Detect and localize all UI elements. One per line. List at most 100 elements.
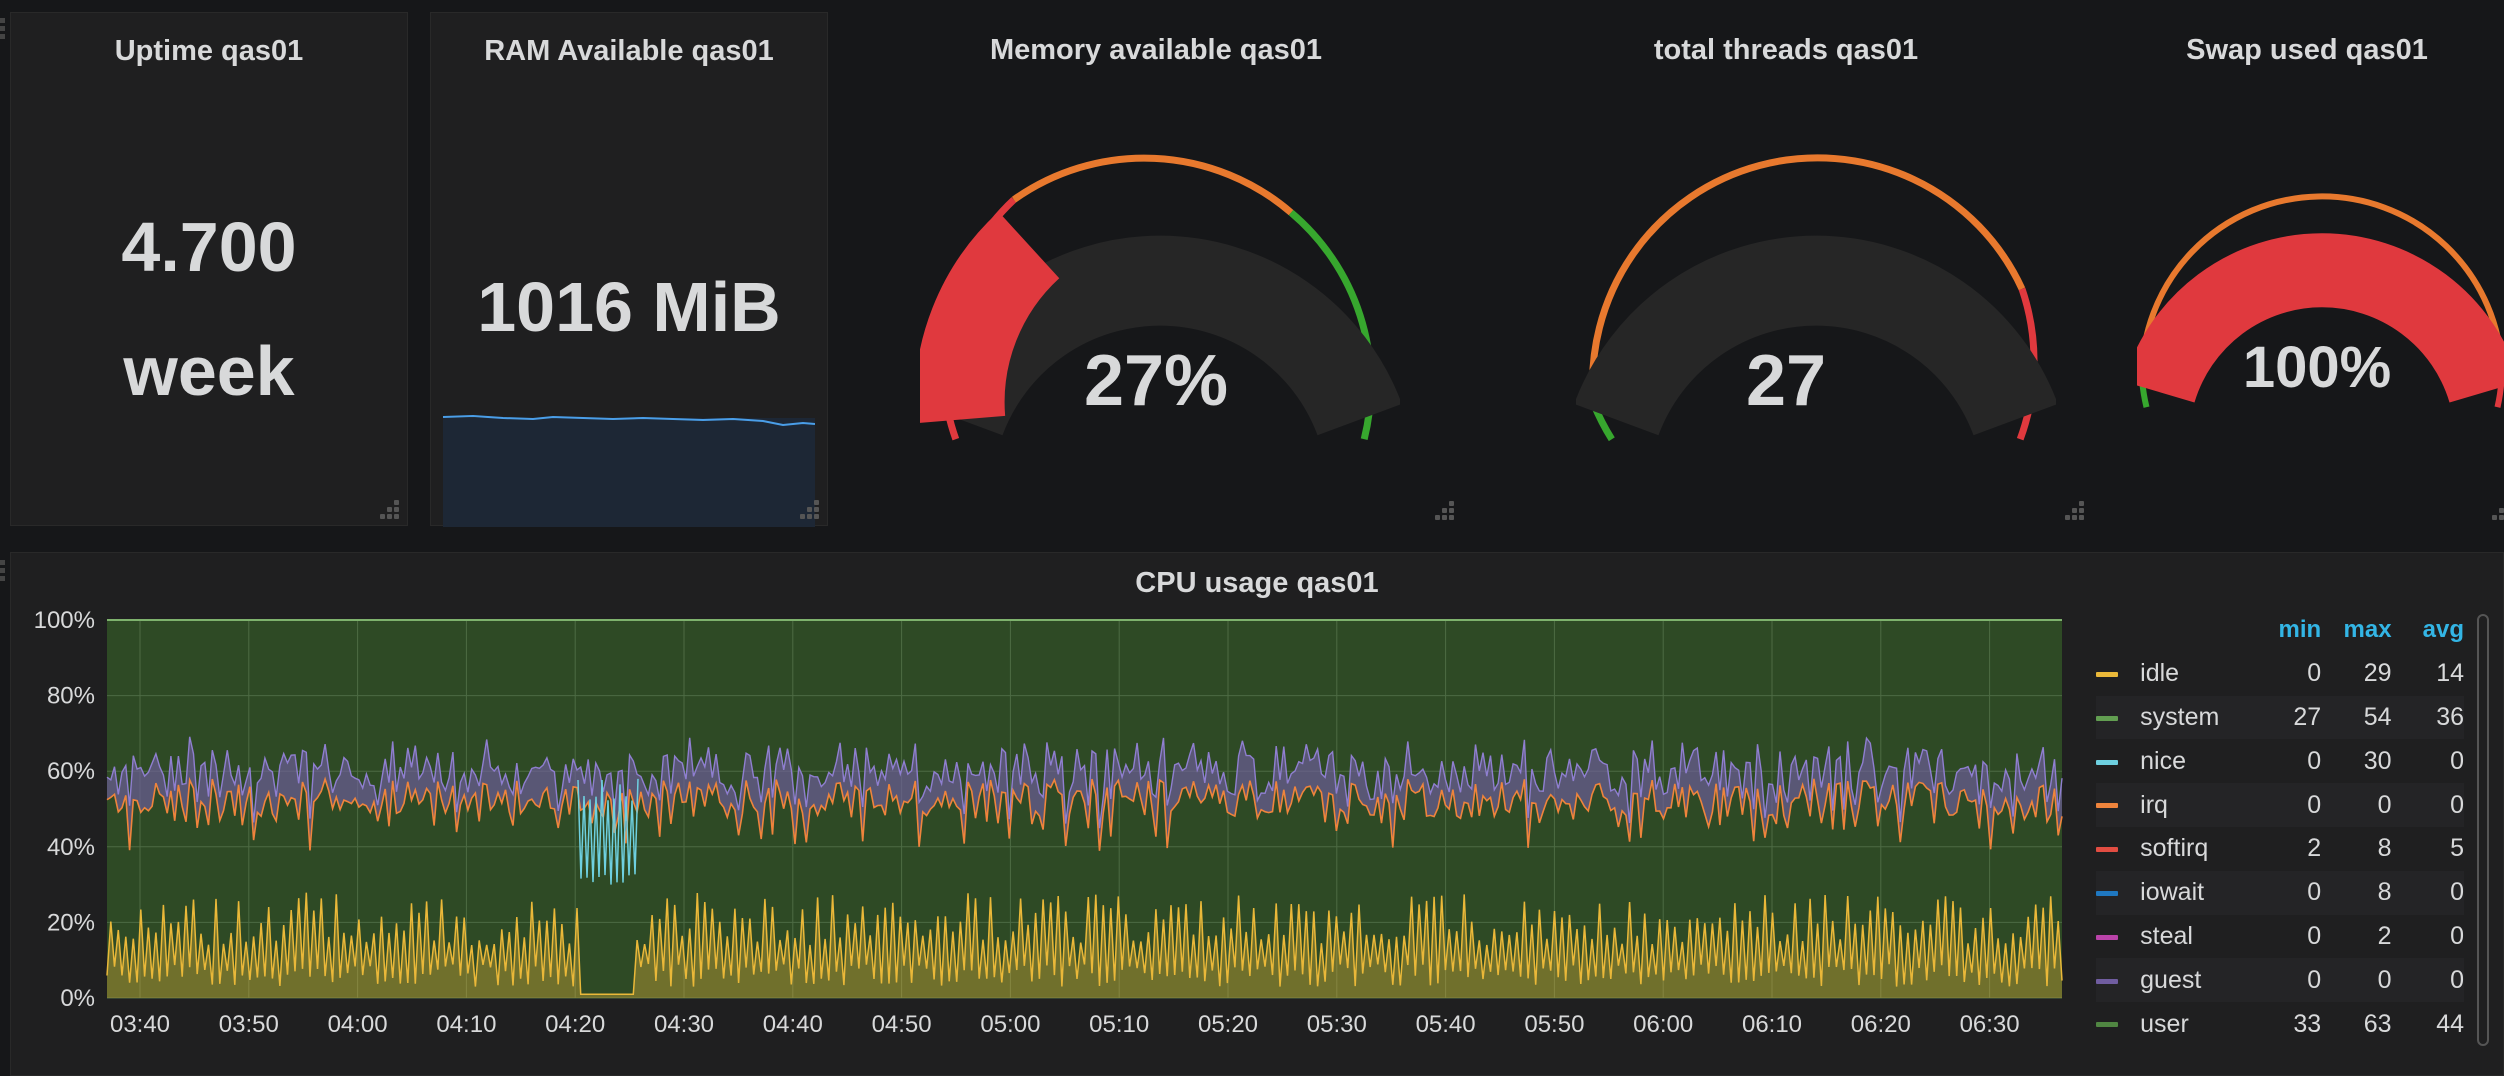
legend-avg-value: 44 [2436, 1009, 2464, 1038]
legend-series-name[interactable]: steal [2126, 915, 2257, 959]
legend-swatch[interactable] [2096, 672, 2118, 678]
ram-panel[interactable]: RAM Available qas01 1016 MiB [430, 12, 828, 527]
legend-swatch[interactable] [2096, 934, 2118, 940]
x-tick-label: 05:30 [1307, 1011, 1367, 1038]
uptime-value: 4.700 [121, 208, 297, 286]
cpu-legend: min max avg idle 0 29 14 system 27 54 36 nice 0 30… [2096, 608, 2464, 1046]
legend-min-value: 0 [2307, 659, 2322, 688]
legend-avg-value: 0 [2450, 921, 2464, 950]
x-tick-label: 04:40 [763, 1011, 823, 1038]
legend-swatch[interactable] [2096, 1022, 2118, 1028]
uptime-title[interactable]: Uptime qas01 [11, 35, 407, 68]
legend-swatch[interactable] [2096, 803, 2118, 809]
uptime-panel[interactable]: Uptime qas01 4.700 week [10, 12, 408, 526]
x-tick-label: 06:00 [1633, 1011, 1693, 1038]
x-tick-label: 05:50 [1524, 1011, 1584, 1038]
resize-handle-icon[interactable] [2482, 498, 2504, 520]
legend-row-iowait[interactable]: iowait 0 8 0 [2096, 870, 2464, 915]
uptime-unit: week [123, 332, 295, 410]
legend-max-value: 29 [2363, 659, 2392, 688]
resize-handle-icon[interactable] [377, 497, 399, 519]
memory-value: 27% [1083, 341, 1229, 421]
legend-series-name[interactable]: nice [2126, 739, 2257, 783]
swap-title[interactable]: Swap used qas01 [2110, 34, 2504, 67]
legend-swatch[interactable] [2096, 759, 2118, 765]
legend-min-value: 0 [2256, 958, 2322, 1003]
legend-scrollbar[interactable] [2477, 614, 2489, 1046]
legend-avg-value: 0 [2391, 870, 2464, 915]
legend-header-min[interactable]: min [2257, 608, 2322, 652]
legend-row-nice[interactable]: nice 0 30 0 [2096, 739, 2464, 783]
legend-series-name[interactable]: system [2126, 695, 2257, 740]
legend-avg-value: 36 [2391, 695, 2464, 740]
legend-max-value: 2 [2377, 921, 2392, 950]
ram-sparkline [443, 414, 815, 527]
legend-max-value: 30 [2363, 746, 2392, 775]
legend-row-irq[interactable]: irq 0 0 0 [2096, 783, 2464, 827]
legend-swatch[interactable] [2096, 715, 2118, 721]
legend-min-value: 33 [2293, 1009, 2322, 1038]
x-tick-label: 04:00 [328, 1011, 388, 1038]
legend-series-name[interactable]: softirq [2126, 827, 2257, 871]
legend-row-steal[interactable]: steal 0 2 0 [2096, 915, 2464, 959]
legend-max-value: 8 [2377, 834, 2392, 863]
resize-handle-icon[interactable] [2062, 498, 2084, 520]
memory-panel[interactable]: Memory available qas01 27% [850, 12, 1462, 526]
swap-panel[interactable]: Swap used qas01 100% [2110, 12, 2504, 526]
x-tick-label: 05:40 [1416, 1011, 1476, 1038]
legend-min-value: 27 [2256, 695, 2322, 740]
resize-handle-icon[interactable] [1432, 498, 1454, 520]
x-tick-label: 06:20 [1851, 1011, 1911, 1038]
legend-max-value: 63 [2363, 1009, 2392, 1038]
legend-row-softirq[interactable]: softirq 2 8 5 [2096, 827, 2464, 871]
legend-series-name[interactable]: irq [2126, 783, 2257, 827]
legend-swatch[interactable] [2096, 891, 2118, 897]
y-tick-label: 40% [47, 834, 95, 861]
legend-avg-value: 0 [2450, 746, 2464, 775]
x-tick-label: 04:20 [545, 1011, 605, 1038]
legend-avg-value: 0 [2391, 783, 2464, 827]
legend-header-avg[interactable]: avg [2392, 608, 2464, 652]
swap-value: 100% [2242, 335, 2392, 400]
cpu-usage-chart: 0% 20% 40% 60% 80% 100% 03:40 03:50 04:00 04:10 0… [34, 607, 2063, 1038]
legend-row-user[interactable]: user 33 63 44 [2096, 1002, 2464, 1046]
legend-avg-value: 14 [2436, 659, 2464, 688]
legend-row-idle[interactable]: idle 0 29 14 [2096, 652, 2464, 696]
legend-series-name[interactable]: guest [2126, 958, 2257, 1003]
drag-handle-icon[interactable] [0, 560, 6, 582]
legend-series-name[interactable]: user [2126, 1002, 2257, 1046]
legend-min-value: 0 [2307, 746, 2322, 775]
legend-min-value: 0 [2256, 783, 2322, 827]
x-tick-label: 05:20 [1198, 1011, 1258, 1038]
legend-series-name[interactable]: idle [2126, 652, 2257, 696]
legend-max-value: 0 [2321, 958, 2392, 1003]
resize-handle-icon[interactable] [797, 497, 819, 519]
x-tick-label: 06:10 [1742, 1011, 1802, 1038]
y-tick-label: 0% [60, 985, 95, 1012]
ram-title[interactable]: RAM Available qas01 [431, 35, 827, 68]
x-tick-label: 04:10 [436, 1011, 496, 1038]
ram-value: 1016 MiB [477, 268, 781, 346]
memory-title[interactable]: Memory available qas01 [850, 34, 1462, 67]
y-tick-label: 80% [47, 683, 95, 710]
legend-avg-value: 5 [2450, 834, 2464, 863]
legend-series-name[interactable]: iowait [2126, 870, 2257, 915]
legend-row-system[interactable]: system 27 54 36 [2096, 695, 2464, 740]
legend-min-value: 0 [2307, 921, 2322, 950]
threads-panel[interactable]: total threads qas01 27 [1480, 12, 2092, 526]
legend-swatch[interactable] [2096, 978, 2118, 984]
legend-min-value: 2 [2307, 834, 2322, 863]
x-tick-label: 03:40 [110, 1011, 170, 1038]
y-tick-label: 20% [47, 909, 95, 936]
legend-header-max[interactable]: max [2321, 608, 2392, 652]
legend-min-value: 0 [2256, 870, 2322, 915]
legend-swatch[interactable] [2096, 847, 2118, 853]
threads-value: 27 [1745, 341, 1827, 421]
threads-title[interactable]: total threads qas01 [1480, 34, 2092, 67]
legend-avg-value: 0 [2391, 958, 2464, 1003]
x-tick-label: 06:30 [1960, 1011, 2020, 1038]
x-tick-label: 05:00 [980, 1011, 1040, 1038]
legend-row-guest[interactable]: guest 0 0 0 [2096, 958, 2464, 1003]
drag-handle-icon[interactable] [0, 18, 6, 40]
cpu-title[interactable]: CPU usage qas01 [11, 567, 2503, 600]
